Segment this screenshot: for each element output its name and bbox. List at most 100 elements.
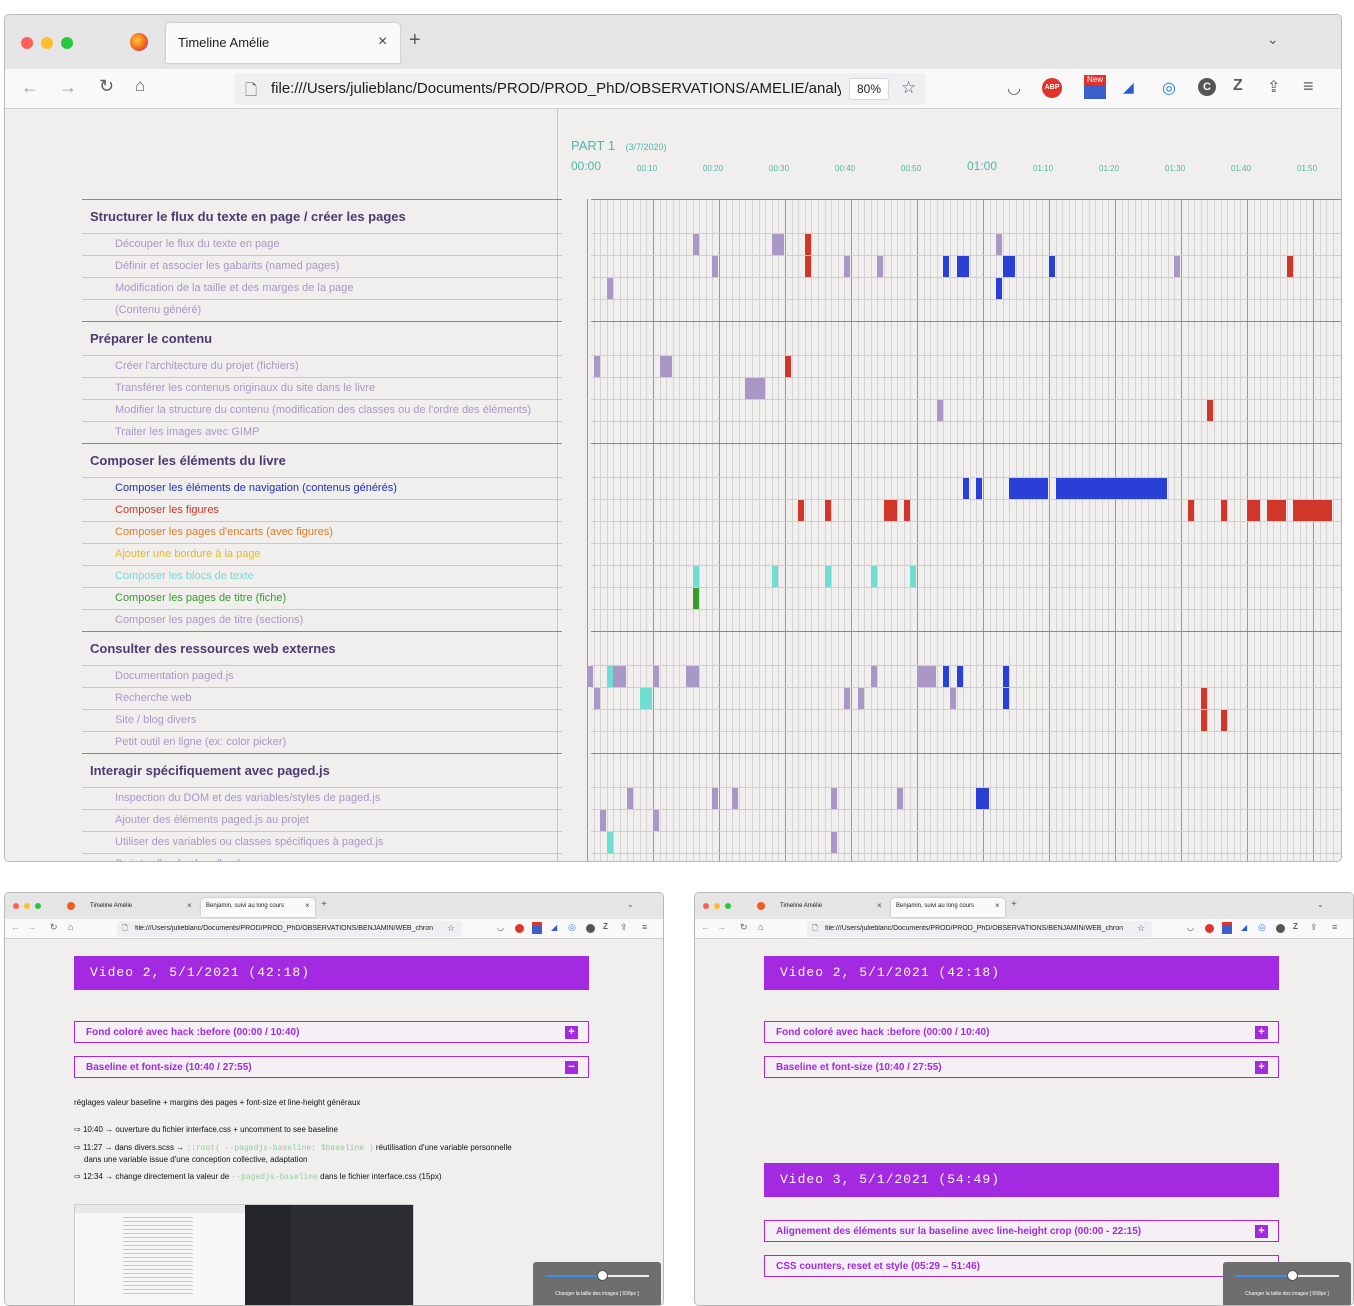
tab-timeline-amelie[interactable]: Timeline Amélie × [775, 898, 887, 917]
extension-blue-icon[interactable]: ◢ [1241, 923, 1247, 932]
share-icon[interactable]: ⇪ [1267, 77, 1280, 97]
slider-knob[interactable] [597, 1270, 609, 1281]
extension-z-icon[interactable]: Z [603, 922, 608, 931]
expand-icon[interactable]: + [565, 1026, 578, 1039]
extension-z-icon[interactable]: Z [1233, 77, 1243, 95]
section-baseline[interactable]: Baseline et font-size (10:40 / 27:55) + [764, 1056, 1279, 1078]
new-extension-icon[interactable] [1222, 922, 1232, 934]
time-tick: 00:20 [703, 164, 724, 173]
tab-list-chevron-icon[interactable]: ⌄ [1317, 900, 1324, 909]
close-tab-icon[interactable]: × [995, 901, 1000, 910]
back-icon[interactable]: ← [11, 922, 20, 932]
tab-benjamin[interactable]: Benjamin, suivi au long cours × [891, 898, 1005, 917]
extension-z-icon[interactable]: Z [1293, 922, 1298, 931]
close-window-button[interactable] [21, 37, 33, 49]
maximize-window-button[interactable] [35, 903, 41, 909]
adblock-icon[interactable] [515, 924, 524, 933]
slider-knob[interactable] [1287, 1270, 1299, 1281]
pocket-icon[interactable]: ◡ [497, 923, 504, 932]
forward-icon[interactable]: → [27, 922, 36, 932]
reload-icon[interactable]: ↻ [50, 922, 58, 933]
tab-bar: Timeline Amélie × Benjamin, suivi au lon… [695, 893, 1353, 919]
bookmark-star-icon[interactable]: ☆ [447, 923, 455, 934]
timeline-event-block [1266, 500, 1287, 521]
firefox-icon[interactable] [130, 33, 148, 51]
new-extension-icon[interactable] [532, 922, 542, 934]
share-icon[interactable]: ⇪ [620, 922, 628, 933]
forward-icon[interactable]: → [59, 77, 77, 98]
menu-icon[interactable]: ≡ [642, 922, 647, 932]
section-fond-colore[interactable]: Fond coloré avec hack :before (00:00 / 1… [74, 1021, 589, 1043]
minimize-window-button[interactable] [714, 903, 720, 909]
adblock-icon[interactable] [1205, 924, 1214, 933]
tab-list-chevron-icon[interactable]: ⌄ [1267, 31, 1279, 48]
expand-icon[interactable]: + [1255, 1026, 1268, 1039]
forward-icon[interactable]: → [717, 922, 726, 932]
home-icon[interactable]: ⌂ [135, 76, 145, 96]
share-icon[interactable]: ⇪ [1310, 922, 1318, 933]
home-icon[interactable]: ⌂ [68, 922, 73, 932]
menu-icon[interactable]: ≡ [1332, 922, 1337, 932]
new-tab-icon[interactable]: + [1011, 899, 1017, 910]
close-tab-icon[interactable]: × [187, 901, 192, 910]
section-fond-colore[interactable]: Fond coloré avec hack :before (00:00 / 1… [764, 1021, 1279, 1043]
extension-pastel-icon[interactable]: ◎ [1258, 922, 1266, 933]
section-css-counters[interactable]: CSS counters, reset et style (05:29 – 51… [764, 1255, 1279, 1277]
extension-c-icon[interactable]: C [1198, 78, 1216, 96]
home-icon[interactable]: ⌂ [758, 922, 763, 932]
menu-icon[interactable]: ≡ [1303, 76, 1314, 97]
timeline-event-block [692, 566, 699, 587]
slider-label: Changer la taille des images [ 658px ] [1245, 1291, 1329, 1297]
expand-icon[interactable]: + [1255, 1225, 1268, 1238]
note-text: dans le fichier interface.css (15px) [317, 1172, 442, 1181]
reload-icon[interactable]: ↻ [740, 922, 748, 933]
url-bar[interactable]: 🗋 file:///Users/julieblanc/Documents/PRO… [807, 921, 1152, 937]
tab-timeline-amelie[interactable]: Timeline Amélie × [166, 23, 400, 63]
close-tab-icon[interactable]: × [305, 901, 310, 910]
close-window-button[interactable] [703, 903, 709, 909]
extension-c-icon[interactable] [1276, 924, 1285, 933]
close-tab-icon[interactable]: × [877, 901, 882, 910]
extension-pastel-icon[interactable]: ◎ [1162, 78, 1176, 98]
minimize-window-button[interactable] [41, 37, 53, 49]
extension-pastel-icon[interactable]: ◎ [568, 922, 576, 933]
collapse-icon[interactable]: − [565, 1061, 578, 1074]
pocket-icon[interactable]: ◡ [1187, 923, 1194, 932]
extension-blue-icon[interactable]: ◢ [551, 923, 557, 932]
screenshot-thumbnail[interactable] [74, 1204, 414, 1305]
close-tab-icon[interactable]: × [378, 33, 387, 51]
tab-list-chevron-icon[interactable]: ⌄ [627, 900, 634, 909]
new-tab-icon[interactable]: + [409, 29, 421, 52]
code-snippet: ::root( --pagedjs-baseline: $baseline ) [186, 1144, 374, 1153]
extension-blue-icon[interactable]: ◢ [1123, 79, 1134, 96]
maximize-window-button[interactable] [61, 37, 73, 49]
tab-benjamin[interactable]: Benjamin, suivi au long cours × [201, 898, 315, 917]
bookmark-star-icon[interactable]: ☆ [901, 78, 916, 98]
url-bar[interactable]: 🗋 file:///Users/julieblanc/Documents/PRO… [235, 73, 925, 105]
minimize-window-button[interactable] [24, 903, 30, 909]
back-icon[interactable]: ← [21, 77, 39, 98]
bookmark-star-icon[interactable]: ☆ [1137, 923, 1145, 934]
tab-timeline-amelie[interactable]: Timeline Amélie × [85, 898, 197, 917]
maximize-window-button[interactable] [725, 903, 731, 909]
zoom-level[interactable]: 80% [849, 78, 889, 100]
pocket-icon[interactable]: ◡ [1007, 78, 1021, 98]
url-bar[interactable]: 🗋 file:///Users/julieblanc/Documents/PRO… [117, 921, 462, 937]
timeline-event-block [686, 666, 699, 687]
extension-c-icon[interactable] [586, 924, 595, 933]
expand-icon[interactable]: + [1255, 1061, 1268, 1074]
reload-icon[interactable]: ↻ [99, 76, 114, 97]
adblock-icon[interactable]: ABP [1042, 78, 1062, 98]
new-extension-icon[interactable]: New [1084, 75, 1106, 99]
timeline-event-block [712, 256, 719, 277]
category-heading: Composer les éléments du livre [82, 443, 562, 477]
close-window-button[interactable] [13, 903, 19, 909]
firefox-icon[interactable] [67, 902, 75, 910]
section-alignement-baseline[interactable]: Alignement des éléments sur la baseline … [764, 1220, 1279, 1242]
section-baseline[interactable]: Baseline et font-size (10:40 / 27:55) − [74, 1056, 589, 1078]
back-icon[interactable]: ← [701, 922, 710, 932]
image-size-slider[interactable]: Changer la taille des images [ 658px ] [533, 1262, 661, 1305]
firefox-icon[interactable] [757, 902, 765, 910]
image-size-slider[interactable]: Changer la taille des images [ 658px ] [1223, 1262, 1351, 1305]
new-tab-icon[interactable]: + [321, 899, 327, 910]
